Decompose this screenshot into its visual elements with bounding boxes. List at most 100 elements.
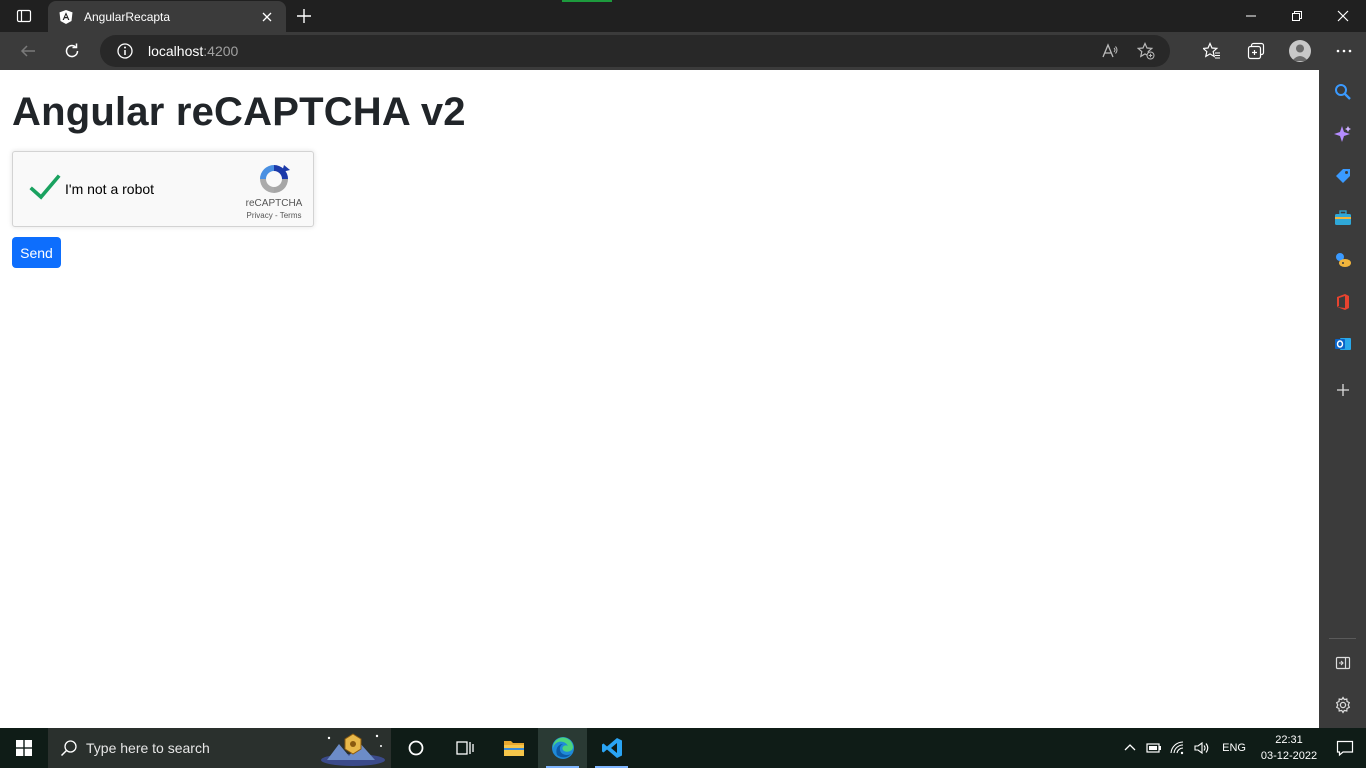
- sidebar-games-button[interactable]: [1319, 242, 1366, 278]
- sidebar-office-button[interactable]: [1319, 284, 1366, 320]
- checkmark-icon[interactable]: [29, 172, 61, 204]
- favorites-icon: [1203, 42, 1220, 59]
- start-button[interactable]: [0, 728, 48, 768]
- notifications-button[interactable]: [1324, 728, 1366, 768]
- search-icon: [1334, 84, 1351, 100]
- battery-icon: [1146, 743, 1162, 753]
- favorites-button[interactable]: [1190, 32, 1234, 70]
- tab-title: AngularRecapta: [84, 10, 171, 24]
- edge-sidebar: [1319, 70, 1366, 728]
- page-content: Angular reCAPTCHA v2 I'm not a robot reC…: [0, 70, 1319, 728]
- folder-icon: [503, 741, 524, 756]
- toolbox-icon: [1334, 210, 1351, 225]
- system-tray: ENG 22:31 03-12-2022: [1118, 728, 1366, 768]
- address-bar[interactable]: localhost:4200: [100, 35, 1170, 67]
- close-window-button[interactable]: [1320, 0, 1366, 32]
- taskbar-edge-button[interactable]: [538, 728, 587, 768]
- task-view-icon: [455, 741, 474, 755]
- collections-icon: [1247, 42, 1265, 60]
- cortana-circle-icon: [408, 740, 423, 756]
- read-aloud-button[interactable]: [1092, 35, 1128, 67]
- window-controls: [1228, 0, 1366, 32]
- person-icon: [1292, 44, 1308, 61]
- more-icon: [1336, 49, 1352, 53]
- sparkle-icon: [1333, 126, 1351, 142]
- close-icon: [1337, 10, 1349, 22]
- avatar: [1289, 40, 1311, 62]
- recaptcha-logo-icon: [260, 165, 290, 193]
- outlook-icon: [1334, 338, 1351, 350]
- restore-button[interactable]: [1274, 0, 1320, 32]
- settings-more-button[interactable]: [1322, 32, 1366, 70]
- speaker-icon: [1194, 741, 1209, 755]
- wifi-icon: [1170, 741, 1184, 755]
- send-button[interactable]: Send: [12, 237, 61, 268]
- minimize-button[interactable]: [1228, 0, 1274, 32]
- address-bar-actions: [1092, 35, 1164, 67]
- taskbar-search-placeholder: Type here to search: [86, 740, 210, 756]
- input-language[interactable]: ENG: [1214, 742, 1254, 754]
- games-icon: [1335, 253, 1351, 267]
- star-plus-icon: [1137, 42, 1155, 60]
- refresh-button[interactable]: [50, 32, 94, 70]
- new-tab-button[interactable]: [286, 0, 322, 32]
- sidebar-settings-button[interactable]: [1319, 687, 1366, 723]
- refresh-icon: [65, 43, 79, 58]
- taskbar-cortana-button[interactable]: [391, 728, 440, 768]
- sidebar-divider: [1329, 638, 1356, 639]
- panel-icon: [1335, 656, 1350, 670]
- tab-actions-icon: [16, 9, 32, 23]
- sidebar-discover-button[interactable]: [1319, 116, 1366, 152]
- vscode-icon: [601, 738, 622, 758]
- taskbar-search-box[interactable]: Type here to search: [48, 728, 391, 768]
- tab-actions-button[interactable]: [0, 0, 48, 32]
- taskbar-file-explorer-button[interactable]: [489, 728, 538, 768]
- tray-network-button[interactable]: [1166, 728, 1190, 768]
- tray-overflow-button[interactable]: [1118, 728, 1142, 768]
- url-host: localhost: [148, 43, 204, 59]
- recaptcha-label: I'm not a robot: [65, 181, 155, 197]
- browser-tab-active[interactable]: AngularRecapta: [48, 1, 286, 33]
- sidebar-outlook-button[interactable]: [1319, 326, 1366, 362]
- search-highlight-illustration-icon: [321, 733, 385, 766]
- taskbar-task-view-button[interactable]: [440, 728, 489, 768]
- back-button[interactable]: [6, 32, 50, 70]
- sidebar-hide-button[interactable]: [1319, 645, 1366, 681]
- office-icon: [1336, 294, 1349, 310]
- restore-icon: [1292, 11, 1302, 21]
- sidebar-add-button[interactable]: [1319, 372, 1366, 408]
- angular-favicon-icon: [59, 10, 73, 24]
- gear-icon: [1335, 696, 1350, 714]
- notification-icon: [1336, 740, 1354, 757]
- tab-close-button[interactable]: [258, 8, 276, 26]
- clock-date: 03-12-2022: [1260, 750, 1318, 762]
- windows-taskbar: Type here to search ENG 22:31 03-12-2022: [0, 728, 1366, 768]
- profile-button[interactable]: [1278, 32, 1322, 70]
- plus-icon: [297, 9, 311, 23]
- collections-button[interactable]: [1234, 32, 1278, 70]
- chevron-up-icon: [1124, 744, 1136, 751]
- drag-indicator: [562, 0, 612, 2]
- browser-titlebar: AngularRecapta: [0, 0, 1366, 33]
- clock-time: 22:31: [1275, 734, 1303, 746]
- info-icon[interactable]: [116, 42, 134, 60]
- edge-browser-icon: [551, 737, 574, 759]
- arrow-left-icon: [20, 45, 35, 57]
- read-aloud-icon: [1102, 43, 1118, 58]
- sidebar-tools-button[interactable]: [1319, 200, 1366, 236]
- tag-icon: [1335, 169, 1350, 183]
- sidebar-search-button[interactable]: [1319, 74, 1366, 110]
- taskbar-vscode-button[interactable]: [587, 728, 636, 768]
- toolbar-right-actions: [1190, 32, 1366, 70]
- sidebar-shopping-button[interactable]: [1319, 158, 1366, 194]
- add-favorite-button[interactable]: [1128, 35, 1164, 67]
- search-icon: [60, 740, 77, 757]
- browser-toolbar: localhost:4200: [0, 32, 1366, 70]
- tray-battery-button[interactable]: [1142, 728, 1166, 768]
- close-icon: [262, 12, 272, 22]
- minimize-icon: [1246, 15, 1256, 17]
- clock[interactable]: 22:31 03-12-2022: [1254, 732, 1324, 764]
- recaptcha-widget: I'm not a robot reCAPTCHA Privacy - Term…: [12, 151, 314, 227]
- recaptcha-links[interactable]: Privacy - Terms: [237, 211, 311, 220]
- tray-volume-button[interactable]: [1190, 728, 1214, 768]
